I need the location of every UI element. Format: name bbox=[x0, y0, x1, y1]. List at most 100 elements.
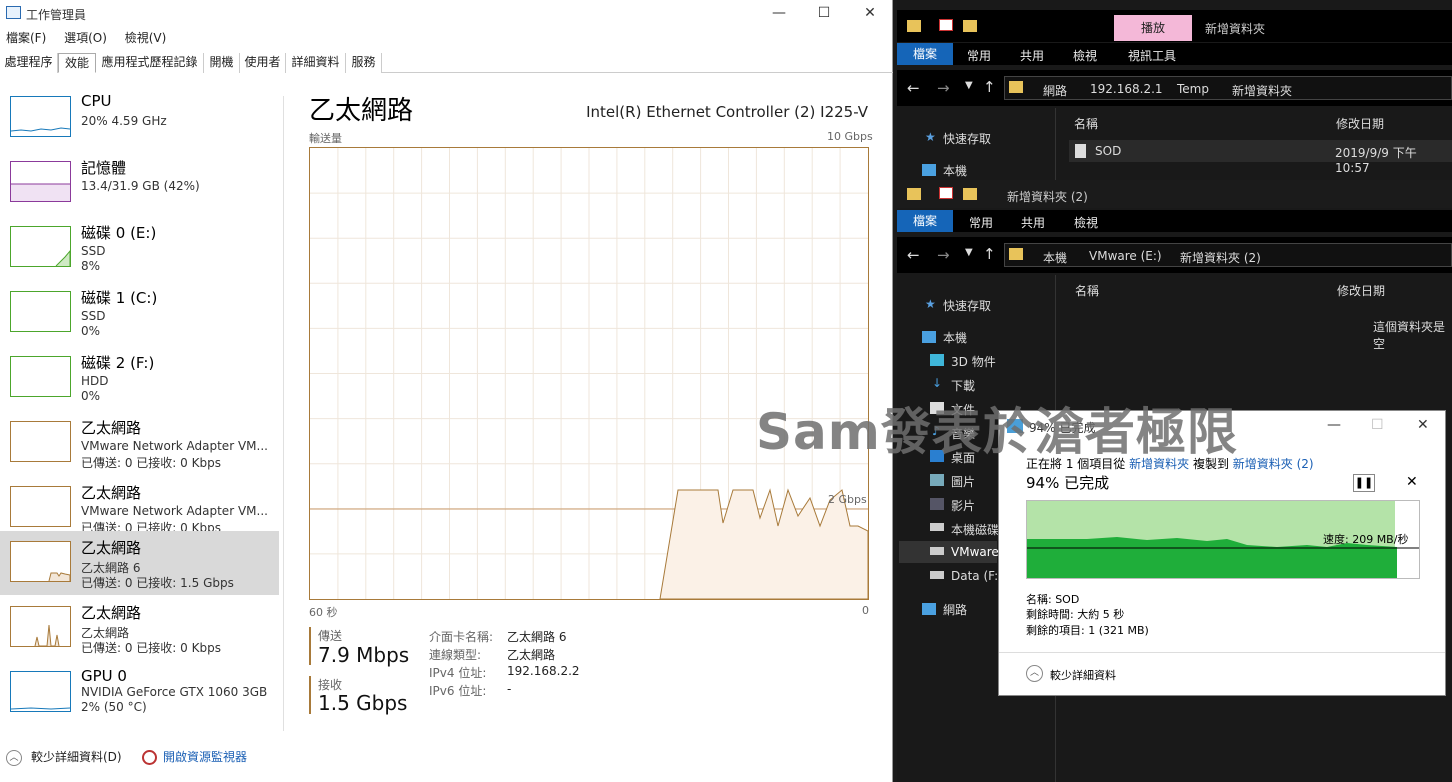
new-folder-icon[interactable] bbox=[963, 188, 977, 200]
resource-name: CPU bbox=[81, 92, 112, 110]
minimize-button[interactable]: — bbox=[1327, 417, 1341, 433]
menu-view[interactable]: 檢視(V) bbox=[125, 29, 167, 46]
resource-item-disk-0[interactable]: 磁碟 0 (E:) SSD 8% bbox=[0, 220, 279, 284]
ethernet-sparkline bbox=[10, 486, 71, 527]
tab-app-history[interactable]: 應用程式歷程記錄 bbox=[96, 53, 204, 73]
tab-details[interactable]: 詳細資料 bbox=[286, 53, 346, 73]
address-bar[interactable]: 網路 192.168.2.1 Temp 新增資料夾 bbox=[1004, 76, 1452, 100]
resource-detail: SSD bbox=[81, 244, 106, 258]
nav-data-drive[interactable]: Data (F:) bbox=[951, 569, 1003, 583]
watermark-text: Sam發表於滄者極限 bbox=[756, 403, 1238, 461]
chevron-up-icon[interactable]: ︿ bbox=[6, 750, 22, 766]
address-bar[interactable]: 本機 VMware (E:) 新增資料夾 (2) bbox=[1004, 243, 1452, 267]
forward-icon[interactable]: → bbox=[937, 246, 950, 264]
file-row[interactable]: SOD 2019/9/9 下午 10:57 bbox=[1069, 140, 1452, 175]
ribbon-share[interactable]: 共用 bbox=[1021, 214, 1045, 231]
throughput-graph-svg bbox=[310, 148, 869, 600]
breadcrumb-item[interactable]: 本機 bbox=[1043, 249, 1067, 266]
quick-access-toolbar: 新增資料夾 (2) bbox=[897, 180, 1452, 208]
resource-item-disk-1[interactable]: 磁碟 1 (C:) SSD 0% bbox=[0, 285, 279, 349]
open-resource-monitor-link[interactable]: 開啟資源監視器 bbox=[163, 748, 247, 765]
chevron-down-icon[interactable]: ▼ bbox=[965, 247, 973, 258]
resource-name: 乙太網路 bbox=[81, 419, 142, 437]
resource-item-disk-2[interactable]: 磁碟 2 (F:) HDD 0% bbox=[0, 350, 279, 414]
tab-processes[interactable]: 處理程序 bbox=[0, 53, 58, 73]
breadcrumb-item[interactable]: 新增資料夾 (2) bbox=[1180, 249, 1261, 266]
tab-users[interactable]: 使用者 bbox=[240, 53, 286, 73]
fewer-details-link[interactable]: 較少詳細資料 bbox=[1050, 667, 1116, 683]
nav-videos[interactable]: 影片 bbox=[951, 497, 975, 514]
back-icon[interactable]: ← bbox=[907, 246, 920, 264]
column-date-header[interactable]: 修改日期 bbox=[1336, 115, 1384, 132]
nav-pictures[interactable]: 圖片 bbox=[951, 473, 975, 490]
network-icon bbox=[922, 603, 936, 615]
resource-item-cpu[interactable]: CPU 20% 4.59 GHz bbox=[0, 90, 279, 154]
chevron-up-icon[interactable]: ︿ bbox=[1026, 665, 1043, 682]
resource-item-memory[interactable]: 記憶體 13.4/31.9 GB (42%) bbox=[0, 155, 279, 219]
chevron-down-icon[interactable]: ▼ bbox=[965, 80, 973, 91]
graph-max-label: 10 Gbps bbox=[827, 130, 873, 143]
tab-services[interactable]: 服務 bbox=[346, 53, 382, 73]
nav-network[interactable]: 網路 bbox=[943, 601, 967, 618]
cancel-copy-button[interactable]: ✕ bbox=[1406, 474, 1418, 490]
tab-performance[interactable]: 效能 bbox=[58, 53, 96, 73]
tab-startup[interactable]: 開機 bbox=[204, 53, 240, 73]
column-name-header[interactable]: 名稱 bbox=[1075, 282, 1099, 299]
items-remaining: 剩餘的項目: 1 (321 MB) bbox=[1026, 624, 1149, 637]
breadcrumb-item[interactable]: 網路 bbox=[1043, 82, 1067, 99]
tab-play[interactable]: 播放 bbox=[1114, 15, 1192, 41]
maximize-button[interactable]: ☐ bbox=[1371, 417, 1384, 433]
destination-folder-link[interactable]: 新增資料夾 (2) bbox=[1233, 457, 1314, 471]
ribbon-view[interactable]: 檢視 bbox=[1074, 214, 1098, 231]
breadcrumb-item[interactable]: 192.168.2.1 bbox=[1090, 82, 1163, 96]
breadcrumb-item[interactable]: Temp bbox=[1177, 82, 1209, 96]
properties-icon[interactable] bbox=[939, 187, 953, 199]
menu-file[interactable]: 檔案(F) bbox=[6, 29, 46, 46]
nav-this-pc[interactable]: 本機 bbox=[943, 329, 967, 346]
address-bar-row: ← → ▼ ↑ 本機 VMware (E:) 新增資料夾 (2) bbox=[897, 237, 1452, 273]
resource-item-ethernet-6-selected[interactable]: 乙太網路 乙太網路 6 已傳送: 0 已接收: 1.5 Gbps bbox=[0, 531, 279, 595]
close-button[interactable]: ✕ bbox=[1417, 417, 1429, 433]
breadcrumb-item[interactable]: VMware (E:) bbox=[1089, 249, 1162, 263]
nav-local-disk[interactable]: 本機磁碟 bbox=[951, 521, 999, 538]
computer-icon bbox=[922, 164, 936, 176]
nav-quick-access[interactable]: 快速存取 bbox=[943, 297, 991, 314]
maximize-button[interactable]: ☐ bbox=[801, 2, 847, 24]
new-folder-icon[interactable] bbox=[963, 20, 977, 32]
receive-area bbox=[659, 488, 869, 600]
nav-this-pc[interactable]: 本機 bbox=[943, 162, 967, 179]
ribbon: 檔案 常用 共用 檢視 bbox=[897, 210, 1452, 232]
throughput-graph: 2 Gbps bbox=[309, 147, 869, 600]
ribbon-view[interactable]: 檢視 bbox=[1073, 47, 1097, 64]
up-icon[interactable]: ↑ bbox=[983, 78, 996, 96]
column-date-header[interactable]: 修改日期 bbox=[1337, 282, 1385, 299]
resource-item-ethernet-1[interactable]: 乙太網路 VMware Network Adapter VM... 已傳送: 0… bbox=[0, 415, 279, 479]
ribbon-home[interactable]: 常用 bbox=[967, 47, 991, 64]
ribbon-file[interactable]: 檔案 bbox=[897, 210, 953, 232]
menu-options[interactable]: 選項(O) bbox=[64, 29, 107, 46]
resource-item-gpu[interactable]: GPU 0 NVIDIA GeForce GTX 1060 3GB 2% (50… bbox=[0, 661, 279, 725]
fewer-details-link[interactable]: 較少詳細資料(D) bbox=[31, 748, 122, 765]
download-icon: ↓ bbox=[932, 376, 943, 390]
up-icon[interactable]: ↑ bbox=[983, 245, 996, 263]
pause-button[interactable]: ❚❚ bbox=[1353, 474, 1375, 492]
column-name-header[interactable]: 名稱 bbox=[1074, 115, 1098, 132]
minimize-button[interactable]: — bbox=[756, 2, 802, 24]
send-value: 7.9 Mbps bbox=[318, 643, 410, 667]
forward-icon[interactable]: → bbox=[937, 79, 950, 97]
ribbon-file[interactable]: 檔案 bbox=[897, 43, 953, 65]
breadcrumb-item[interactable]: 新增資料夾 bbox=[1232, 82, 1292, 99]
memory-sparkline bbox=[10, 161, 71, 202]
properties-icon[interactable] bbox=[939, 19, 953, 31]
resource-item-ethernet-4[interactable]: 乙太網路 乙太網路 已傳送: 0 已接收: 0 Kbps bbox=[0, 596, 279, 660]
graph-mid-label: 2 Gbps bbox=[828, 493, 867, 506]
close-button[interactable]: ✕ bbox=[847, 2, 893, 24]
ribbon-video-tools[interactable]: 視訊工具 bbox=[1128, 47, 1176, 64]
back-icon[interactable]: ← bbox=[907, 79, 920, 97]
receive-indicator bbox=[309, 676, 311, 714]
nav-quick-access[interactable]: 快速存取 bbox=[943, 130, 991, 147]
ribbon-home[interactable]: 常用 bbox=[969, 214, 993, 231]
ribbon-share[interactable]: 共用 bbox=[1020, 47, 1044, 64]
nav-3d-objects[interactable]: 3D 物件 bbox=[951, 353, 996, 370]
nav-vmware-drive[interactable]: VMware bbox=[951, 545, 999, 559]
